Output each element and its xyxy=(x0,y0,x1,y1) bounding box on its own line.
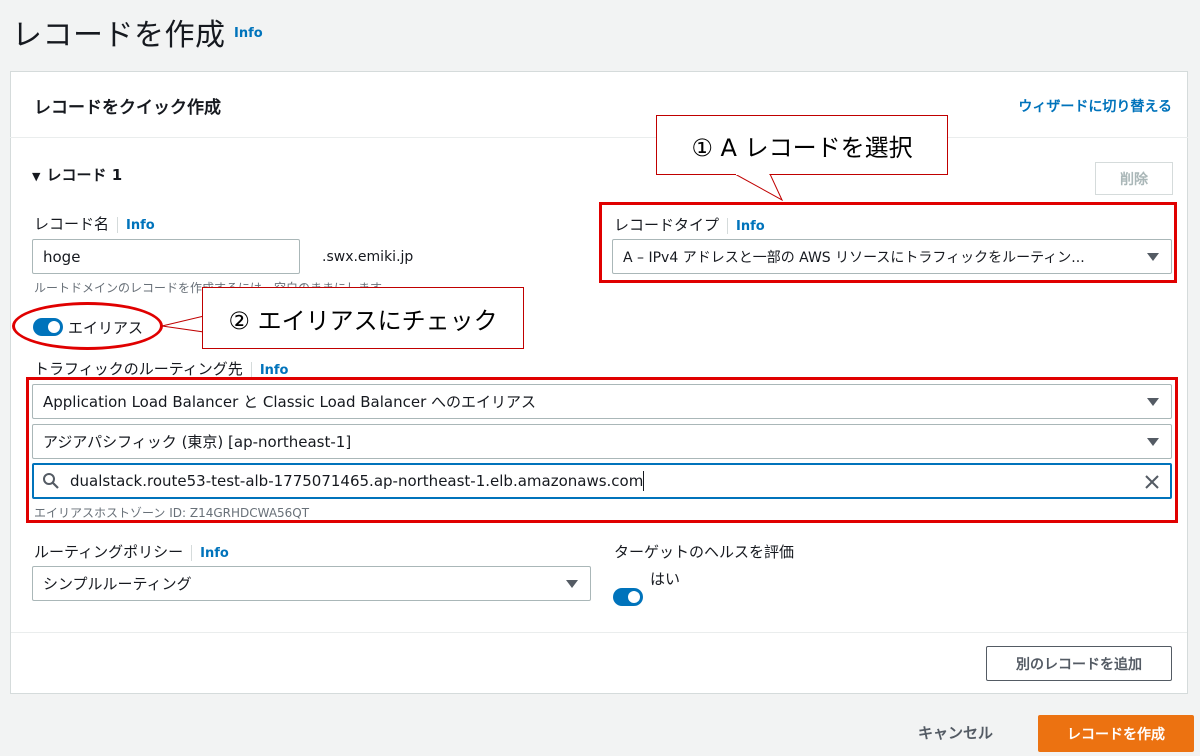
load-balancer-search-value: dualstack.route53-test-alb-1775071465.ap… xyxy=(70,472,644,490)
chevron-down-icon xyxy=(1147,252,1159,261)
callout-1-pointer xyxy=(734,174,784,202)
record-type-label-row: レコードタイプ Info xyxy=(614,214,765,235)
routing-target-label: トラフィックのルーティング先 xyxy=(34,360,243,378)
delete-record-button[interactable]: 削除 xyxy=(1095,162,1173,195)
record-section-toggle[interactable]: ▼ レコード 1 xyxy=(32,164,122,185)
callout-check-alias: ② エイリアスにチェック xyxy=(202,287,524,349)
clear-icon[interactable] xyxy=(1144,474,1160,490)
endpoint-select[interactable]: Application Load Balancer と Classic Load… xyxy=(32,384,1172,419)
caret-down-icon: ▼ xyxy=(32,170,41,183)
search-icon xyxy=(43,473,59,489)
create-records-button[interactable]: レコードを作成 xyxy=(1038,715,1194,752)
record-type-value: A – IPv4 アドレスと一部の AWS リソースにトラフィックをルーティン.… xyxy=(623,249,1085,266)
cancel-button[interactable]: キャンセル xyxy=(918,722,993,743)
domain-suffix: .swx.emiki.jp xyxy=(322,249,414,265)
switch-to-wizard-link[interactable]: ウィザードに切り替える xyxy=(1018,96,1172,116)
page-title: レコードを作成 xyxy=(12,18,226,53)
alias-label: エイリアス xyxy=(68,319,144,337)
record-name-input[interactable]: hoge xyxy=(32,239,300,274)
record-type-info-link[interactable]: Info xyxy=(736,219,765,234)
health-eval-value: はい xyxy=(650,570,681,588)
health-eval-toggle[interactable] xyxy=(613,588,643,606)
callout-2-pointer xyxy=(161,315,205,333)
load-balancer-search-input[interactable]: dualstack.route53-test-alb-1775071465.ap… xyxy=(32,463,1172,499)
endpoint-value: Application Load Balancer と Classic Load… xyxy=(43,393,537,411)
page-info-link[interactable]: Info xyxy=(234,26,263,41)
alias-zone-hint: エイリアスホストゾーン ID: Z14GRHDCWA56QT xyxy=(34,506,310,520)
health-eval-label: ターゲットのヘルスを評価 xyxy=(614,543,795,561)
chevron-down-icon xyxy=(1147,437,1159,446)
chevron-down-icon xyxy=(1147,397,1159,406)
region-value: アジアパシフィック (東京) [ap-northeast-1] xyxy=(43,433,352,451)
record-type-label: レコードタイプ xyxy=(614,216,720,234)
record-name-label: レコード名 xyxy=(34,215,110,233)
record-section-label: レコード 1 xyxy=(46,166,123,184)
add-another-record-button[interactable]: 別のレコードを追加 xyxy=(986,646,1172,681)
chevron-down-icon xyxy=(566,579,578,588)
callout-select-a-record: ① A レコードを選択 xyxy=(656,115,948,175)
routing-policy-value: シンプルルーティング xyxy=(43,575,192,593)
text-cursor xyxy=(643,471,645,491)
record-name-info-link[interactable]: Info xyxy=(126,218,155,233)
region-select[interactable]: アジアパシフィック (東京) [ap-northeast-1] xyxy=(32,424,1172,459)
record-name-label-row: レコード名 Info xyxy=(34,213,155,234)
routing-target-label-row: トラフィックのルーティング先 Info xyxy=(34,358,289,379)
routing-policy-info-link[interactable]: Info xyxy=(200,546,229,561)
routing-target-info-link[interactable]: Info xyxy=(260,363,289,378)
routing-policy-select[interactable]: シンプルルーティング xyxy=(32,566,591,601)
alias-toggle[interactable] xyxy=(33,318,63,336)
panel-title: レコードをクイック作成 xyxy=(34,98,221,118)
routing-policy-label-row: ルーティングポリシー Info xyxy=(34,541,229,562)
routing-policy-label: ルーティングポリシー xyxy=(34,543,184,561)
panel-footer-divider xyxy=(11,632,1187,633)
record-type-select[interactable]: A – IPv4 アドレスと一部の AWS リソースにトラフィックをルーティン.… xyxy=(612,239,1172,274)
